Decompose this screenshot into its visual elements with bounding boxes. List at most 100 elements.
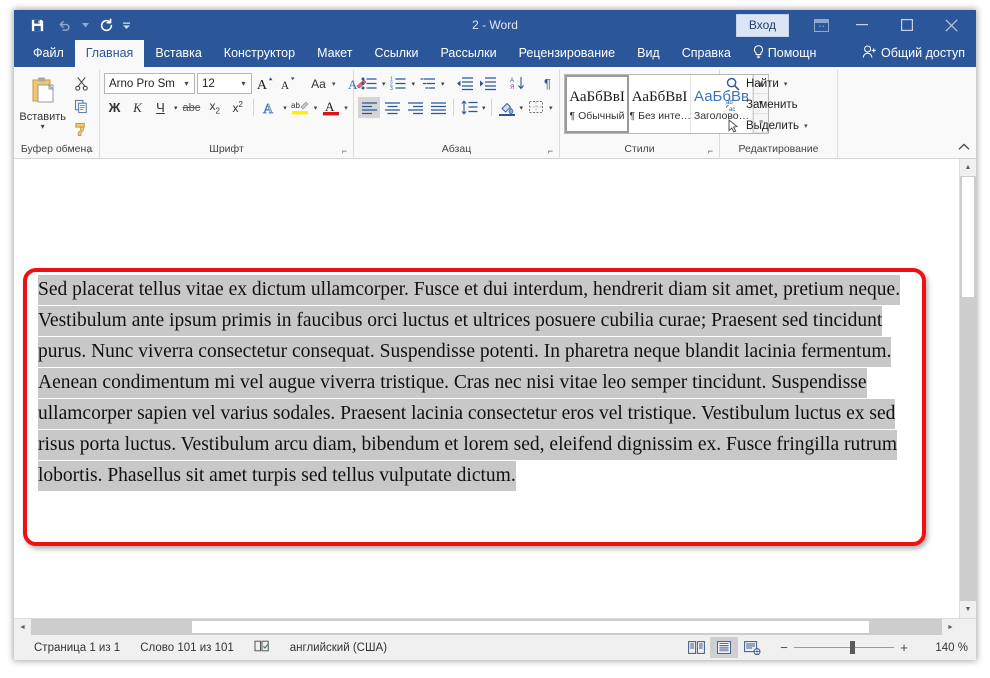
copy-icon[interactable] (74, 99, 89, 119)
tab-home[interactable]: Главная (75, 40, 145, 67)
undo-dropdown-caret-icon[interactable] (80, 13, 91, 37)
minimize-icon[interactable] (839, 10, 884, 40)
status-word-count[interactable]: Слово 101 из 101 (130, 642, 244, 654)
tab-references[interactable]: Ссылки (363, 40, 429, 67)
close-icon[interactable] (929, 10, 974, 40)
italic-icon[interactable]: К (127, 97, 148, 118)
status-language[interactable]: английский (США) (280, 642, 397, 654)
underline-icon[interactable]: Ч (150, 97, 171, 118)
paste-button[interactable]: Вставить ▾ (18, 73, 67, 130)
sort-icon[interactable]: AЯ (507, 73, 529, 94)
change-case-caret-icon[interactable]: ▾ (331, 80, 337, 88)
font-color-caret-icon[interactable]: ▾ (343, 104, 349, 112)
document-page[interactable]: Sed placerat tellus vitae ex dictum ulla… (14, 159, 959, 618)
selected-paragraph[interactable]: Sed placerat tellus vitae ex dictum ulla… (38, 275, 900, 491)
zoom-out-button[interactable]: − (776, 640, 792, 655)
document-body-text[interactable]: Sed placerat tellus vitae ex dictum ulla… (38, 274, 907, 491)
tab-mailings[interactable]: Рассылки (429, 40, 507, 67)
scroll-right-icon[interactable]: ► (942, 619, 959, 635)
text-highlight-caret-icon[interactable]: ▾ (313, 104, 319, 112)
tab-file[interactable]: Файл (22, 40, 75, 67)
font-size-combo[interactable]: 12 ▾ (197, 73, 252, 94)
tab-view[interactable]: Вид (626, 40, 671, 67)
decrease-indent-icon[interactable] (454, 73, 476, 94)
font-name-caret-icon[interactable]: ▾ (179, 74, 194, 93)
collapse-ribbon-icon[interactable] (958, 142, 970, 154)
numbering-icon[interactable]: 123 (388, 73, 410, 94)
customize-qat-icon[interactable] (121, 13, 132, 37)
borders-icon[interactable] (525, 97, 547, 118)
text-effects-icon[interactable]: A (259, 97, 280, 118)
find-button[interactable]: Найти ▾ (724, 74, 809, 94)
tab-review[interactable]: Рецензирование (508, 40, 627, 67)
increase-indent-icon[interactable] (477, 73, 499, 94)
font-name-combo[interactable]: Arno Pro Sm ▾ (104, 73, 195, 94)
text-effects-caret-icon[interactable]: ▾ (282, 104, 288, 112)
paste-dropdown-caret-icon[interactable]: ▾ (41, 123, 45, 130)
share-button[interactable]: Общий доступ (851, 40, 976, 67)
font-color-icon[interactable]: A (320, 97, 341, 118)
borders-caret-icon[interactable]: ▾ (548, 104, 554, 112)
tab-insert[interactable]: Вставка (144, 40, 212, 67)
read-mode-icon[interactable] (682, 637, 710, 658)
find-caret-icon[interactable]: ▾ (783, 80, 789, 88)
underline-caret-icon[interactable]: ▾ (173, 104, 179, 112)
horizontal-scrollbar[interactable]: ◄ ► (14, 618, 976, 635)
shading-caret-icon[interactable]: ▾ (519, 104, 525, 112)
document-page-canvas[interactable]: Sed placerat tellus vitae ex dictum ulla… (14, 159, 959, 618)
align-center-icon[interactable] (381, 97, 403, 118)
align-left-icon[interactable] (358, 97, 380, 118)
text-highlight-icon[interactable]: ab (290, 97, 311, 118)
tab-design[interactable]: Конструктор (213, 40, 306, 67)
zoom-slider-thumb[interactable] (850, 641, 855, 654)
bold-icon[interactable]: Ж (104, 97, 125, 118)
web-layout-icon[interactable] (738, 637, 766, 658)
bullets-icon[interactable] (358, 73, 380, 94)
line-spacing-icon[interactable] (458, 97, 480, 118)
proofing-icon[interactable] (244, 639, 280, 656)
vertical-scroll-track[interactable] (960, 176, 976, 601)
undo-icon[interactable] (52, 13, 78, 37)
style-item-no-spacing[interactable]: АаБбВвІ ¶ Без инте… (629, 75, 691, 133)
save-icon[interactable] (24, 13, 50, 37)
font-dialog-launcher-icon[interactable]: ⌐ (342, 144, 347, 158)
status-page-number[interactable]: Страница 1 из 1 (24, 642, 130, 654)
vertical-scrollbar[interactable]: ▲ ▼ (959, 159, 976, 618)
align-right-icon[interactable] (404, 97, 426, 118)
maximize-icon[interactable] (884, 10, 929, 40)
superscript-icon[interactable]: x2 (227, 97, 248, 118)
show-marks-icon[interactable]: ¶ (537, 73, 559, 94)
multilevel-list-caret-icon[interactable]: ▾ (440, 80, 446, 88)
scroll-left-icon[interactable]: ◄ (14, 619, 31, 635)
scroll-up-icon[interactable]: ▲ (960, 159, 976, 176)
justify-icon[interactable] (427, 97, 449, 118)
strikethrough-icon[interactable]: abc (181, 97, 203, 118)
style-item-normal[interactable]: АаБбВвІ ¶ Обычный (565, 75, 629, 133)
tab-layout[interactable]: Макет (306, 40, 363, 67)
paragraph-dialog-launcher-icon[interactable]: ⌐ (548, 144, 553, 158)
sign-in-button[interactable]: Вход (736, 14, 789, 37)
cut-icon[interactable] (74, 76, 89, 96)
tell-me-box[interactable]: Помощн (742, 40, 828, 67)
bullets-caret-icon[interactable]: ▾ (381, 80, 387, 88)
subscript-icon[interactable]: x2 (204, 97, 225, 118)
select-caret-icon[interactable]: ▾ (803, 122, 809, 130)
clipboard-dialog-launcher-icon[interactable]: ⌐ (88, 144, 93, 158)
ribbon-display-options-icon[interactable] (803, 10, 839, 40)
scroll-down-icon[interactable]: ▼ (960, 601, 976, 618)
tab-help[interactable]: Справка (671, 40, 742, 67)
grow-font-icon[interactable]: A (254, 73, 275, 94)
shading-icon[interactable] (496, 97, 518, 118)
zoom-in-button[interactable]: + (896, 640, 912, 655)
horizontal-scroll-track[interactable] (31, 619, 942, 635)
zoom-slider-track[interactable] (794, 647, 894, 648)
select-button[interactable]: Выделить ▾ (724, 116, 809, 136)
line-spacing-caret-icon[interactable]: ▾ (481, 104, 487, 112)
vertical-scroll-thumb[interactable] (961, 176, 975, 298)
font-size-caret-icon[interactable]: ▾ (236, 74, 251, 93)
zoom-level-value[interactable]: 140 % (924, 642, 968, 654)
change-case-icon[interactable]: Aa (308, 73, 329, 94)
redo-icon[interactable] (93, 13, 119, 37)
shrink-font-icon[interactable]: A (277, 73, 298, 94)
replace-button[interactable]: abac Заменить (724, 95, 809, 115)
